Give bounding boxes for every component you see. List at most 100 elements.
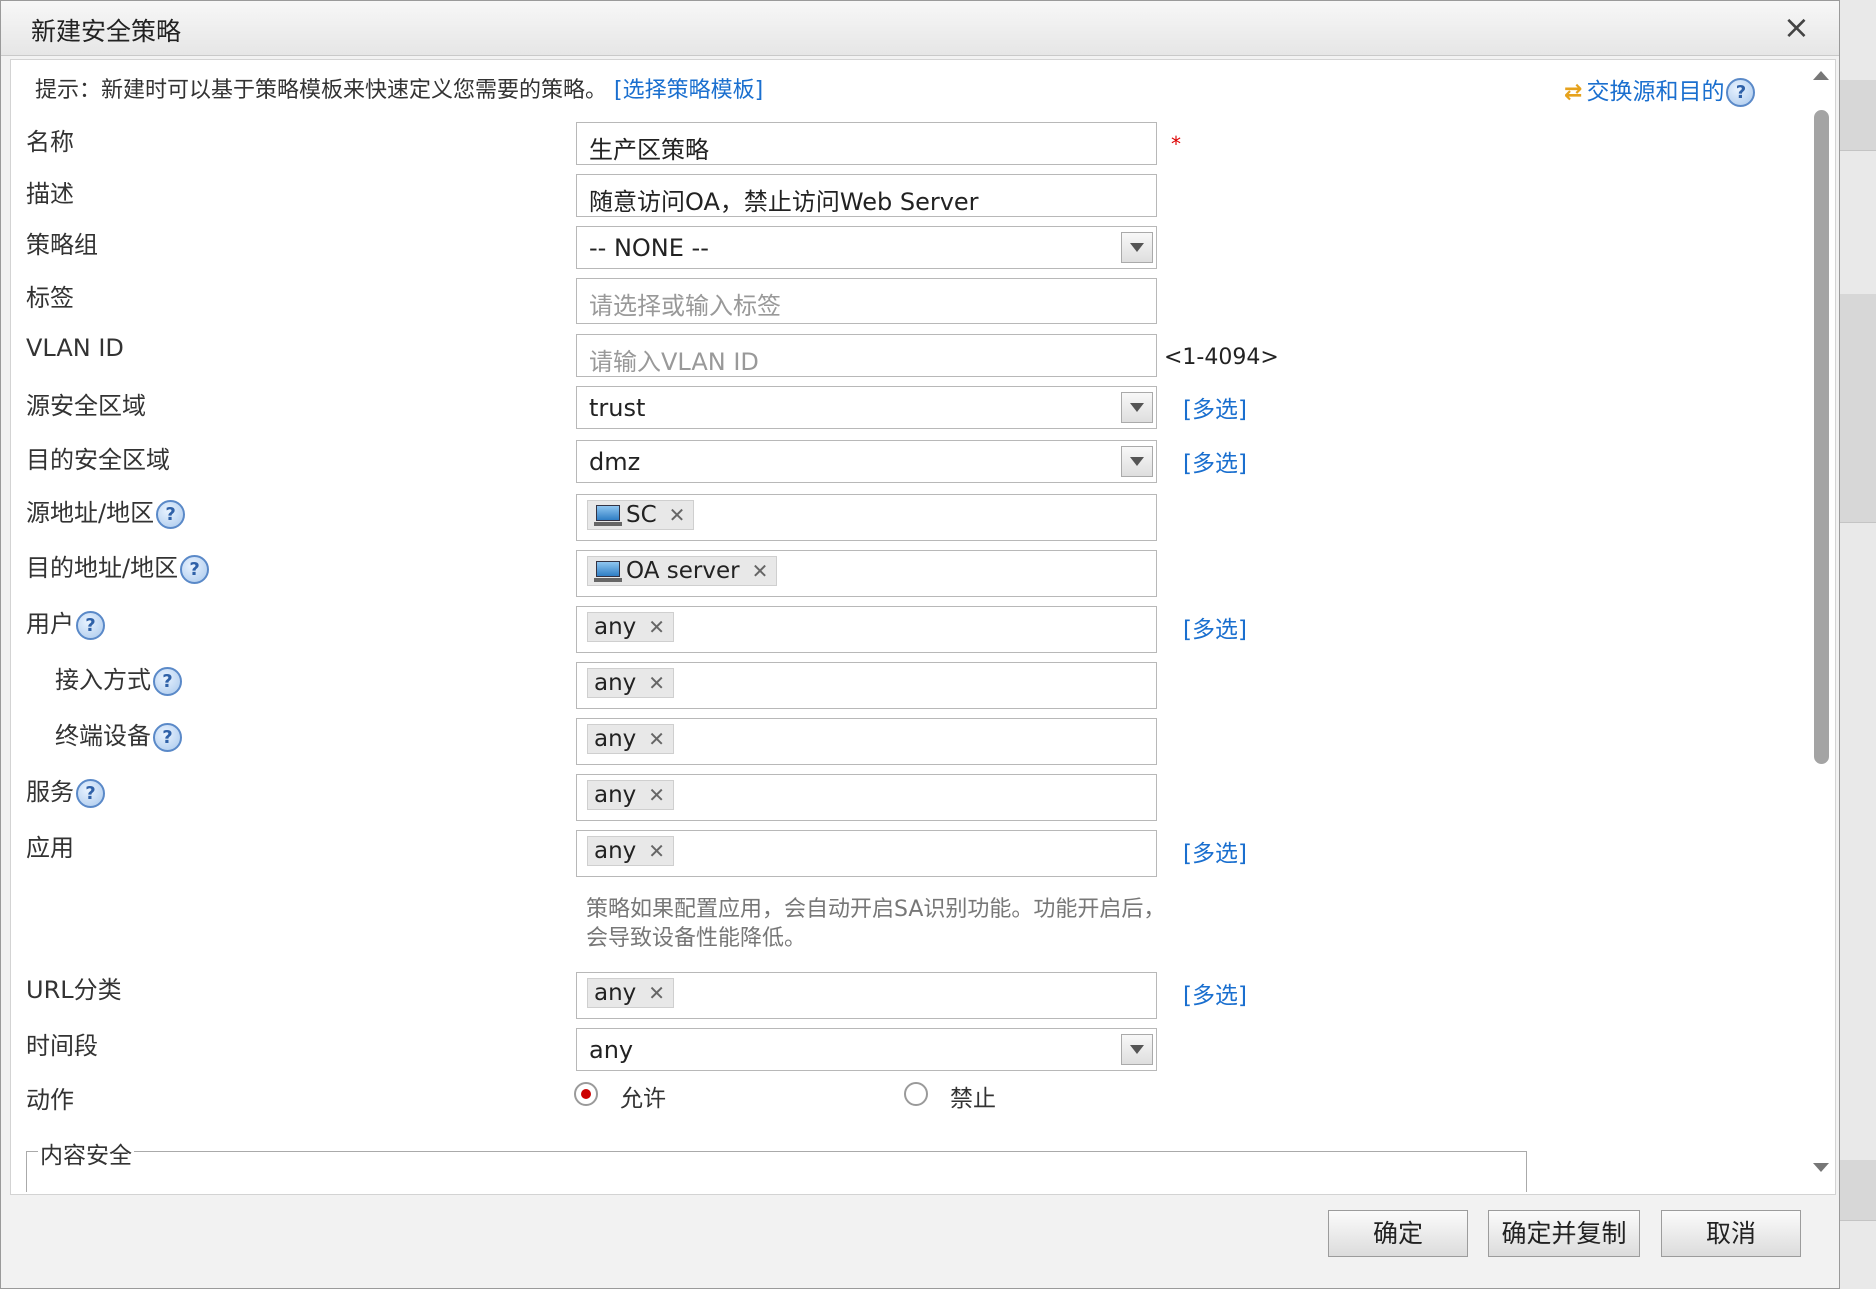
swap-source-destination-link[interactable]: ⇄ 交换源和目的? [1564,72,1756,107]
swap-arrows-icon: ⇄ [1564,80,1583,105]
remove-tag-icon[interactable]: ✕ [648,783,665,807]
scroll-down-icon[interactable] [1813,1163,1829,1172]
source-zone-value: trust [589,394,646,422]
remove-tag-icon[interactable]: ✕ [648,981,665,1005]
action-allow-radio[interactable] [574,1082,598,1106]
user-field[interactable]: any ✕ [576,606,1157,653]
vlan-id-label: VLAN ID [26,334,124,362]
time-range-select[interactable]: any [576,1028,1157,1071]
help-icon[interactable]: ? [180,554,210,584]
help-icon[interactable]: ? [153,722,182,752]
required-marker: * [1171,132,1181,156]
application-multi-select[interactable]: [多选] [1183,834,1247,868]
application-tag: any ✕ [587,836,675,866]
ok-and-copy-button[interactable]: 确定并复制 [1488,1210,1640,1257]
application-field[interactable]: any ✕ [576,830,1157,877]
chevron-down-icon[interactable] [1121,1034,1153,1065]
time-range-value: any [589,1036,634,1064]
source-zone-multi-select[interactable]: [多选] [1183,390,1247,424]
help-icon[interactable]: ? [1726,78,1756,107]
terminal-device-tag: any ✕ [587,724,675,754]
remove-tag-icon[interactable]: ✕ [752,559,769,583]
vlan-id-placeholder: 请输入VLAN ID [589,348,759,376]
help-icon[interactable]: ? [76,610,105,640]
content-security-group [26,1151,1527,1192]
remove-tag-icon[interactable]: ✕ [648,839,665,863]
url-category-field[interactable]: any ✕ [576,972,1157,1019]
access-method-field[interactable]: any ✕ [576,662,1157,709]
policy-group-label: 策略组 [26,231,98,259]
cancel-button[interactable]: 取消 [1661,1210,1801,1257]
url-category-label: URL分类 [26,976,122,1004]
background-window-panel [1840,0,1876,1289]
terminal-device-field[interactable]: any ✕ [576,718,1157,765]
description-label: 描述 [26,180,74,208]
user-multi-select[interactable]: [多选] [1183,610,1247,644]
tags-placeholder: 请选择或输入标签 [589,292,781,320]
source-address-tag: SC ✕ [587,500,695,530]
help-icon[interactable]: ? [76,778,105,808]
application-note: 策略如果配置应用，会自动开启SA识别功能。功能开启后，会导致设备性能降低。 [586,897,1166,951]
remove-tag-icon[interactable]: ✕ [648,671,665,695]
name-label: 名称 [26,128,74,156]
vlan-id-input[interactable]: 请输入VLAN ID [576,334,1157,377]
name-field[interactable]: 生产区策略 [576,122,1157,165]
chevron-down-icon[interactable] [1121,232,1153,263]
computer-icon [594,560,622,583]
dialog-titlebar: 新建安全策略 × [1,1,1839,56]
service-label: 服务? [26,772,105,808]
scroll-thumb[interactable] [1814,110,1829,764]
template-hint: 提示：新建时可以基于策略模板来快速定义您需要的策略。 [选择策略模板] [35,72,763,104]
new-security-policy-dialog: 新建安全策略 × 提示：新建时可以基于策略模板来快速定义您需要的策略。 [选择策… [0,0,1840,1289]
remove-tag-icon[interactable]: ✕ [648,727,665,751]
computer-icon [594,504,622,527]
description-field[interactable]: 随意访问OA，禁止访问Web Server [576,174,1157,217]
close-icon[interactable]: × [1783,7,1810,47]
source-zone-select[interactable]: trust [576,386,1157,429]
access-method-label: 接入方式? [55,660,182,696]
content-scrollbar[interactable] [1808,60,1834,1194]
chevron-down-icon[interactable] [1121,392,1153,423]
service-tag: any ✕ [587,780,675,810]
destination-zone-label: 目的安全区域 [26,446,170,474]
tags-input[interactable]: 请选择或输入标签 [576,278,1157,324]
policy-group-select[interactable]: -- NONE -- [576,226,1157,269]
source-address-field[interactable]: SC ✕ [576,494,1157,541]
swap-label: 交换源和目的 [1586,79,1725,105]
hint-text: 提示：新建时可以基于策略模板来快速定义您需要的策略。 [35,78,608,103]
destination-zone-value: dmz [589,448,641,476]
ok-button[interactable]: 确定 [1328,1210,1468,1257]
service-field[interactable]: any ✕ [576,774,1157,821]
policy-group-value: -- NONE -- [589,234,709,262]
dialog-content: 提示：新建时可以基于策略模板来快速定义您需要的策略。 [选择策略模板] ⇄ 交换源… [10,59,1836,1195]
action-allow-label: 允许 [620,1086,666,1112]
help-icon[interactable]: ? [156,499,186,529]
url-category-multi-select[interactable]: [多选] [1183,976,1247,1010]
remove-tag-icon[interactable]: ✕ [669,503,686,527]
destination-zone-multi-select[interactable]: [多选] [1183,444,1247,478]
time-range-label: 时间段 [26,1032,98,1060]
dialog-title: 新建安全策略 [31,17,182,46]
action-deny-label: 禁止 [950,1086,996,1112]
terminal-device-label: 终端设备? [55,716,182,752]
vlan-range-hint: <1-4094> [1164,345,1279,370]
action-deny-radio[interactable] [904,1082,928,1106]
destination-address-tag: OA server ✕ [587,556,778,586]
remove-tag-icon[interactable]: ✕ [648,615,665,639]
user-label: 用户? [26,604,105,640]
description-value: 随意访问OA，禁止访问Web Server [589,188,979,216]
user-tag: any ✕ [587,612,675,642]
destination-address-field[interactable]: OA server ✕ [576,550,1157,597]
source-zone-label: 源安全区域 [26,392,146,420]
source-address-label: 源地址/地区? [26,493,186,529]
name-value: 生产区策略 [589,136,709,164]
help-icon[interactable]: ? [153,666,182,696]
scroll-up-icon[interactable] [1813,71,1829,80]
content-security-legend: 内容安全 [38,1136,134,1170]
chevron-down-icon[interactable] [1121,446,1153,477]
destination-zone-select[interactable]: dmz [576,440,1157,483]
url-category-tag: any ✕ [587,978,675,1008]
tags-label: 标签 [26,284,74,312]
select-template-link[interactable]: [选择策略模板] [614,78,763,103]
access-method-tag: any ✕ [587,668,675,698]
